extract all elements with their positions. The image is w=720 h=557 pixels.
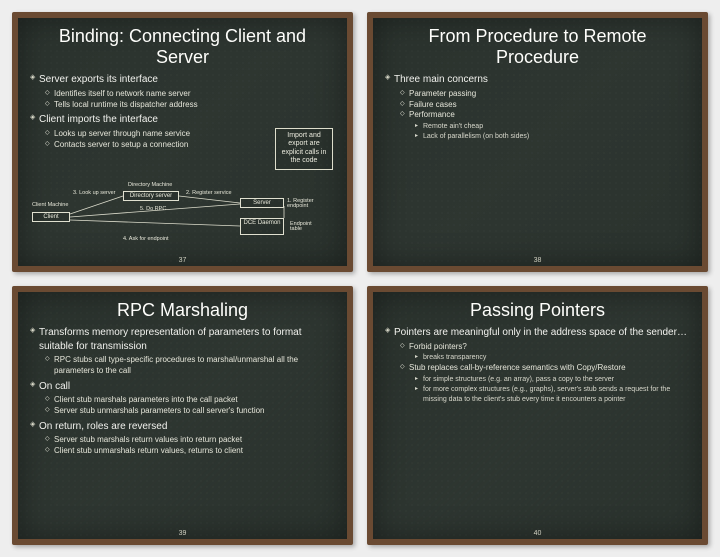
list-item: for more complex structures (e.g., graph… bbox=[415, 385, 690, 405]
slide-title: Passing Pointers bbox=[385, 300, 690, 321]
slide-38: From Procedure to Remote Procedure Three… bbox=[367, 12, 708, 272]
bullet-text: Server exports its interface bbox=[39, 74, 158, 85]
bullet-text: Three main concerns bbox=[394, 74, 488, 85]
bullet-text: Forbid pointers? bbox=[409, 342, 467, 351]
page-number: 39 bbox=[18, 530, 347, 537]
list-item: Stub replaces call-by-reference semantic… bbox=[400, 363, 690, 404]
list-item: Transforms memory representation of para… bbox=[30, 326, 335, 377]
list-item: Failure cases bbox=[400, 100, 690, 111]
bullet-text: Pointers are meaningful only in the addr… bbox=[394, 327, 687, 338]
list-item: for simple structures (e.g. an array), p… bbox=[415, 375, 690, 385]
slide-title: Binding: Connecting Client and Server bbox=[30, 26, 335, 67]
bullet-text: On call bbox=[39, 381, 70, 392]
list-item: Remote ain't cheap bbox=[415, 122, 690, 132]
page-number: 37 bbox=[18, 257, 347, 264]
page-number: 40 bbox=[373, 530, 702, 537]
slide-37: Binding: Connecting Client and Server Se… bbox=[12, 12, 353, 272]
slide-title: RPC Marshaling bbox=[30, 300, 335, 321]
list-item: Server exports its interface Identifies … bbox=[30, 73, 335, 110]
list-item: On return, roles are reversed Server stu… bbox=[30, 420, 335, 457]
diagram-lines bbox=[28, 184, 328, 254]
list-item: Performance Remote ain't cheap Lack of p… bbox=[400, 110, 690, 141]
list-item: Client stub marshals parameters into the… bbox=[45, 395, 335, 406]
list-item: Client stub unmarshals return values, re… bbox=[45, 446, 335, 457]
list-item: Server stub unmarshals parameters to cal… bbox=[45, 406, 335, 417]
list-item: Forbid pointers? breaks transparency bbox=[400, 342, 690, 364]
slide-grid: Binding: Connecting Client and Server Se… bbox=[12, 12, 708, 545]
note-box: Import and export are explicit calls in … bbox=[275, 128, 333, 170]
list-item: Tells local runtime its dispatcher addre… bbox=[45, 100, 335, 111]
bullet-list: Pointers are meaningful only in the addr… bbox=[385, 326, 690, 404]
bullet-text: Stub replaces call-by-reference semantic… bbox=[409, 363, 626, 372]
bullet-text: Performance bbox=[409, 110, 455, 119]
list-item: breaks transparency bbox=[415, 353, 690, 363]
list-item: Identifies itself to network name server bbox=[45, 89, 335, 100]
list-item: Three main concerns Parameter passing Fa… bbox=[385, 73, 690, 141]
slide-title: From Procedure to Remote Procedure bbox=[385, 26, 690, 67]
list-item: Pointers are meaningful only in the addr… bbox=[385, 326, 690, 404]
bullet-list: Three main concerns Parameter passing Fa… bbox=[385, 73, 690, 141]
list-item: Server stub marshals return values into … bbox=[45, 435, 335, 446]
binding-diagram: Directory Machine Directory server Clien… bbox=[28, 184, 337, 254]
bullet-text: Client imports the interface bbox=[39, 114, 158, 125]
bullet-list: Transforms memory representation of para… bbox=[30, 326, 335, 457]
bullet-text: On return, roles are reversed bbox=[39, 421, 167, 432]
list-item: Lack of parallelism (on both sides) bbox=[415, 132, 690, 142]
bullet-text: Transforms memory representation of para… bbox=[39, 327, 302, 352]
list-item: RPC stubs call type-specific procedures … bbox=[45, 355, 335, 377]
list-item: On call Client stub marshals parameters … bbox=[30, 380, 335, 417]
slide-40: Passing Pointers Pointers are meaningful… bbox=[367, 286, 708, 546]
page-number: 38 bbox=[373, 257, 702, 264]
slide-39: RPC Marshaling Transforms memory represe… bbox=[12, 286, 353, 546]
list-item: Parameter passing bbox=[400, 89, 690, 100]
